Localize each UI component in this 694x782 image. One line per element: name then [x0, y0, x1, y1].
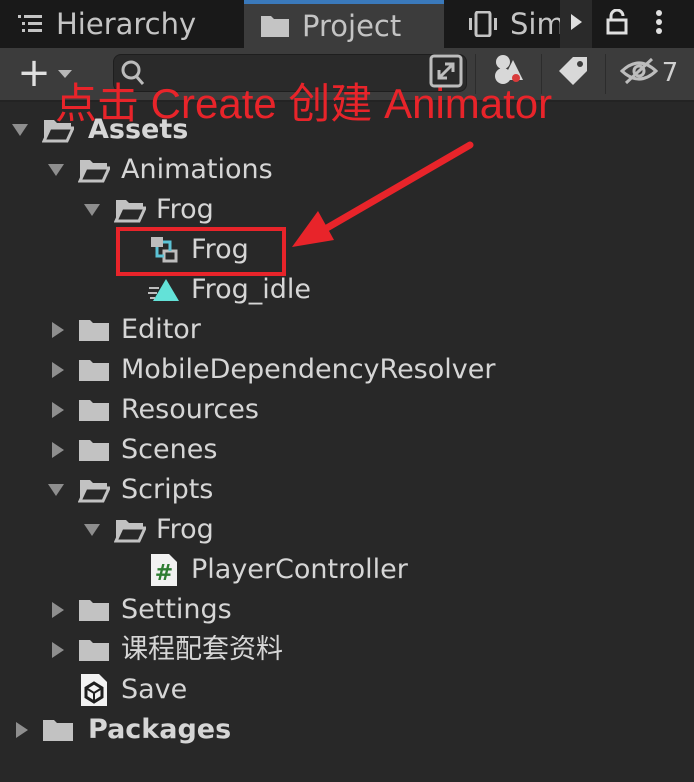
tree-item-course-materials[interactable]: 课程配套资料: [0, 630, 694, 670]
animation-clip-icon: [148, 274, 180, 306]
folder-open-icon: [114, 194, 146, 226]
tab-hierarchy-label: Hierarchy: [56, 7, 197, 41]
folder-icon: [260, 13, 290, 39]
annotation-instruction: 点击 Create 创建 Animator: [55, 80, 553, 127]
tab-project[interactable]: Project: [244, 0, 444, 48]
csharp-script-icon: #: [148, 554, 180, 586]
tree-item-label: Frog: [156, 514, 214, 545]
tab-simulator-label: Simulator: [510, 7, 566, 41]
unity-scene-icon: [78, 674, 110, 706]
lock-icon: [606, 8, 628, 39]
folder-icon: [78, 314, 110, 346]
expanded-arrow-icon[interactable]: [46, 160, 66, 180]
tree-item-label: 课程配套资料: [121, 634, 283, 665]
hidden-packages-button[interactable]: 7: [614, 48, 684, 98]
tab-hierarchy[interactable]: Hierarchy: [18, 0, 196, 48]
folder-icon: [78, 634, 110, 666]
tree-item-frog-folder[interactable]: Frog: [0, 190, 694, 230]
tree-item-label: Save: [121, 674, 188, 705]
tab-project-label: Project: [302, 9, 402, 43]
vertical-dots-icon: [655, 9, 663, 39]
tree-item-label: Animations: [121, 154, 273, 185]
plus-icon: +: [17, 50, 51, 96]
tree-item-label: Scripts: [121, 474, 214, 505]
device-simulator-icon: [468, 11, 498, 37]
tree-item-label: Settings: [121, 594, 232, 625]
folder-open-icon: [78, 474, 110, 506]
tree-item-label: PlayerController: [191, 554, 408, 585]
lock-button[interactable]: [600, 0, 634, 48]
tag-icon: [557, 55, 589, 91]
tree-item-scripts-frog[interactable]: Frog: [0, 510, 694, 550]
folder-icon: [78, 394, 110, 426]
tree-item-packages[interactable]: Packages: [0, 710, 694, 750]
folder-icon: [78, 434, 110, 466]
tree-item-playercontroller[interactable]: # PlayerController: [0, 550, 694, 590]
filter-by-label-button[interactable]: [548, 48, 598, 98]
tab-overflow-button[interactable]: [560, 0, 592, 48]
tree-item-save[interactable]: Save: [0, 670, 694, 710]
collapsed-arrow-icon[interactable]: [48, 400, 68, 420]
hidden-packages-count: 7: [661, 58, 679, 88]
folder-icon: [42, 714, 74, 746]
tree-item-scripts[interactable]: Scripts: [0, 470, 694, 510]
folder-open-icon: [114, 514, 146, 546]
tree-item-label: Frog_idle: [191, 274, 311, 305]
tab-simulator[interactable]: Simulator: [468, 0, 566, 48]
folder-icon: [78, 594, 110, 626]
play-arrow-icon: [569, 13, 583, 35]
collapsed-arrow-icon[interactable]: [12, 720, 32, 740]
collapsed-arrow-icon[interactable]: [48, 440, 68, 460]
expanded-arrow-icon[interactable]: [46, 480, 66, 500]
tree-item-frog-animator[interactable]: Frog: [0, 230, 694, 270]
eye-slash-icon: [619, 57, 658, 89]
collapsed-arrow-icon[interactable]: [48, 320, 68, 340]
collapsed-arrow-icon[interactable]: [48, 640, 68, 660]
more-options-button[interactable]: [644, 0, 674, 48]
collapsed-arrow-icon[interactable]: [48, 360, 68, 380]
tree-item-editor[interactable]: Editor: [0, 310, 694, 350]
tree-item-resources[interactable]: Resources: [0, 390, 694, 430]
tree-item-mobiledependencyresolver[interactable]: MobileDependencyResolver: [0, 350, 694, 390]
window-tab-bar: Hierarchy Project Simulator: [0, 0, 694, 48]
folder-icon: [78, 354, 110, 386]
tree-item-label: Resources: [121, 394, 259, 425]
folder-open-icon: [78, 154, 110, 186]
collapsed-arrow-icon[interactable]: [48, 600, 68, 620]
tree-item-scenes[interactable]: Scenes: [0, 430, 694, 470]
hierarchy-list-icon: [18, 13, 44, 35]
tree-item-label: Scenes: [121, 434, 218, 465]
expanded-arrow-icon[interactable]: [82, 520, 102, 540]
expanded-arrow-icon[interactable]: [82, 200, 102, 220]
tree-item-label: Editor: [121, 314, 201, 345]
svg-text:#: #: [155, 561, 173, 586]
tree-item-label: Frog: [156, 194, 214, 225]
annotation-highlight-box: [116, 227, 286, 276]
tree-item-frog-idle[interactable]: Frog_idle: [0, 270, 694, 310]
toolbar-divider: [605, 54, 606, 94]
tree-item-label: MobileDependencyResolver: [121, 354, 496, 385]
expanded-arrow-icon[interactable]: [10, 120, 30, 140]
tree-item-label: Packages: [88, 714, 232, 745]
tree-item-animations[interactable]: Animations: [0, 150, 694, 190]
tree-item-settings[interactable]: Settings: [0, 590, 694, 630]
